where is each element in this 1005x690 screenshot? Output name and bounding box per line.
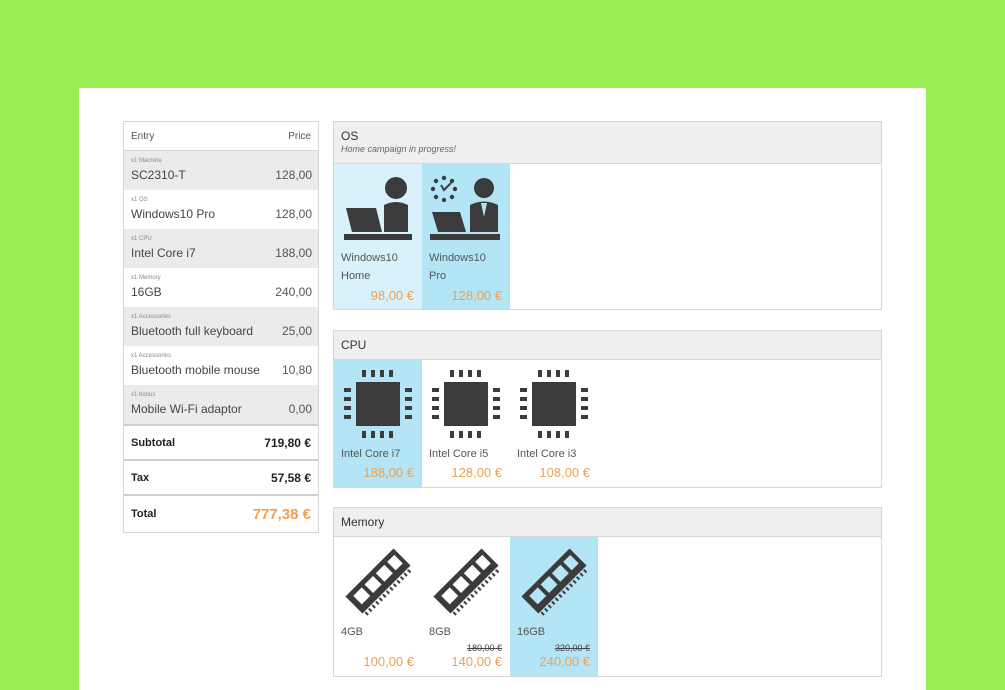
price-column-header: Price	[288, 130, 311, 142]
cpu-option-i7[interactable]: Intel Core i7 188,00 €	[334, 360, 422, 487]
option-label: 8GB	[429, 626, 452, 638]
memory-option-4gb[interactable]: 4GB 100,00 €	[334, 537, 422, 676]
cart-item-name: Mobile Wi-Fi adaptor	[131, 402, 242, 416]
ram-module-icon	[345, 548, 412, 616]
option-price: 240,00 €	[539, 654, 590, 669]
cart-item-name: SC2310-T	[131, 168, 186, 182]
option-label: Windows10	[341, 252, 398, 264]
option-label-line2: Home	[341, 270, 371, 282]
cart-item-price: 25,00	[281, 324, 312, 338]
option-price: 100,00 €	[363, 654, 414, 669]
cart-item-category: x1 bonus	[131, 392, 156, 398]
cart-header: Entry Price	[124, 122, 318, 151]
cart-item[interactable]: x1 Accessories Bluetooth mobile mouse 10…	[124, 346, 318, 385]
memory-group: Memory 4GB 100,00 € 8GB 180,00 € 140,00 …	[333, 507, 882, 677]
cart-item-name: Bluetooth full keyboard	[131, 324, 254, 338]
os-options: Windows10 Home 98,00 € Windows10 Pro 128…	[334, 164, 881, 309]
os-group-title: OS	[341, 129, 359, 143]
cart-item-name: Intel Core i7	[131, 246, 196, 260]
cart-item[interactable]: x1 Memory 16GB 240,00	[124, 268, 318, 307]
business-laptop-icon	[430, 175, 500, 240]
memory-options: 4GB 100,00 € 8GB 180,00 € 140,00 € 16GB …	[334, 537, 881, 676]
option-label: Intel Core i7	[341, 448, 401, 460]
cpu-option-i5[interactable]: Intel Core i5 128,00 €	[422, 360, 510, 487]
cart-item[interactable]: x1 Accessories Bluetooth full keyboard 2…	[124, 307, 318, 346]
option-price: 188,00 €	[363, 465, 414, 480]
memory-option-8gb[interactable]: 8GB 180,00 € 140,00 €	[422, 537, 510, 676]
option-label: 4GB	[341, 626, 364, 638]
campaign-note: Home campaign in progress!	[341, 144, 457, 154]
option-old-price: 180,00 €	[466, 643, 502, 653]
cart-item-category: x1 Accessories	[131, 353, 172, 359]
configurator-panel: Entry Price x1 Machine SC2310-T 128,00 x…	[79, 88, 926, 690]
subtotal-value: 719,80 €	[264, 435, 311, 450]
cart-item-category: x1 Memory	[131, 275, 161, 281]
cart-item-category: x1 CPU	[131, 236, 152, 242]
cpu-group-title: CPU	[341, 338, 367, 352]
cpu-options: Intel Core i7 188,00 € Intel Core i5 128…	[334, 360, 881, 487]
cart-item[interactable]: x1 Machine SC2310-T 128,00	[124, 151, 318, 190]
option-label: Windows10	[429, 252, 486, 264]
cart-item-name: Windows10 Pro	[131, 207, 216, 221]
cart-item-name: 16GB	[131, 285, 162, 299]
option-label: Intel Core i3	[517, 448, 577, 460]
memory-group-header: Memory	[334, 508, 881, 537]
cart-summary: Entry Price x1 Machine SC2310-T 128,00 x…	[123, 121, 319, 533]
os-option-pro[interactable]: Windows10 Pro 128,00 €	[422, 164, 510, 309]
total-label: Total	[131, 508, 157, 520]
tax-row: Tax 57,58 €	[124, 459, 318, 494]
cpu-group: CPU Intel Core i7 188,00 € Intel Core i5…	[333, 330, 882, 488]
option-price: 140,00 €	[451, 654, 502, 669]
total-value: 777,38 €	[252, 505, 311, 523]
cart-item-category: x1 OS	[131, 197, 148, 203]
cart-item-price: 10,80	[281, 363, 312, 377]
option-price: 98,00 €	[370, 288, 414, 303]
option-old-price: 320,00 €	[554, 643, 590, 653]
option-label-line2: Pro	[429, 270, 447, 282]
cart-item-price: 128,00	[275, 168, 312, 182]
cart-item-price: 128,00	[275, 207, 312, 221]
cart-item-price: 0,00	[288, 402, 312, 416]
cart-item-category: x1 Accessories	[131, 314, 172, 320]
cart-item-category: x1 Machine	[131, 158, 162, 164]
cpu-chip-icon	[520, 370, 588, 438]
cpu-option-i3[interactable]: Intel Core i3 108,00 €	[510, 360, 598, 487]
laptop-user-icon	[344, 177, 412, 240]
cart-item[interactable]: x1 bonus Mobile Wi-Fi adaptor 0,00	[124, 385, 318, 424]
os-group: OS Home campaign in progress! Windows10 …	[333, 121, 882, 310]
tax-value: 57,58 €	[270, 470, 311, 485]
cart-item[interactable]: x1 CPU Intel Core i7 188,00	[124, 229, 318, 268]
os-option-home[interactable]: Windows10 Home 98,00 €	[334, 164, 422, 309]
cpu-chip-icon	[432, 370, 500, 438]
memory-option-16gb[interactable]: 16GB 320,00 € 240,00 €	[510, 537, 598, 676]
cart-item-name: Bluetooth mobile mouse	[131, 363, 260, 377]
cart-item-price: 188,00	[275, 246, 312, 260]
tax-label: Tax	[131, 471, 150, 484]
option-price: 108,00 €	[539, 465, 590, 480]
ram-module-icon	[433, 548, 500, 616]
cart-item[interactable]: x1 OS Windows10 Pro 128,00	[124, 190, 318, 229]
cpu-chip-icon	[344, 370, 412, 438]
os-group-header: OS Home campaign in progress!	[334, 122, 881, 164]
cart-item-price: 240,00	[275, 285, 312, 299]
memory-group-title: Memory	[341, 515, 385, 529]
subtotal-row: Subtotal 719,80 €	[124, 424, 318, 459]
option-label: Intel Core i5	[429, 448, 489, 460]
entry-column-header: Entry	[131, 130, 155, 142]
total-row: Total 777,38 €	[124, 494, 318, 532]
option-label: 16GB	[517, 626, 546, 638]
option-price: 128,00 €	[451, 465, 502, 480]
ram-module-icon	[521, 548, 588, 616]
cpu-group-header: CPU	[334, 331, 881, 360]
subtotal-label: Subtotal	[131, 436, 175, 449]
option-price: 128,00 €	[451, 288, 502, 303]
